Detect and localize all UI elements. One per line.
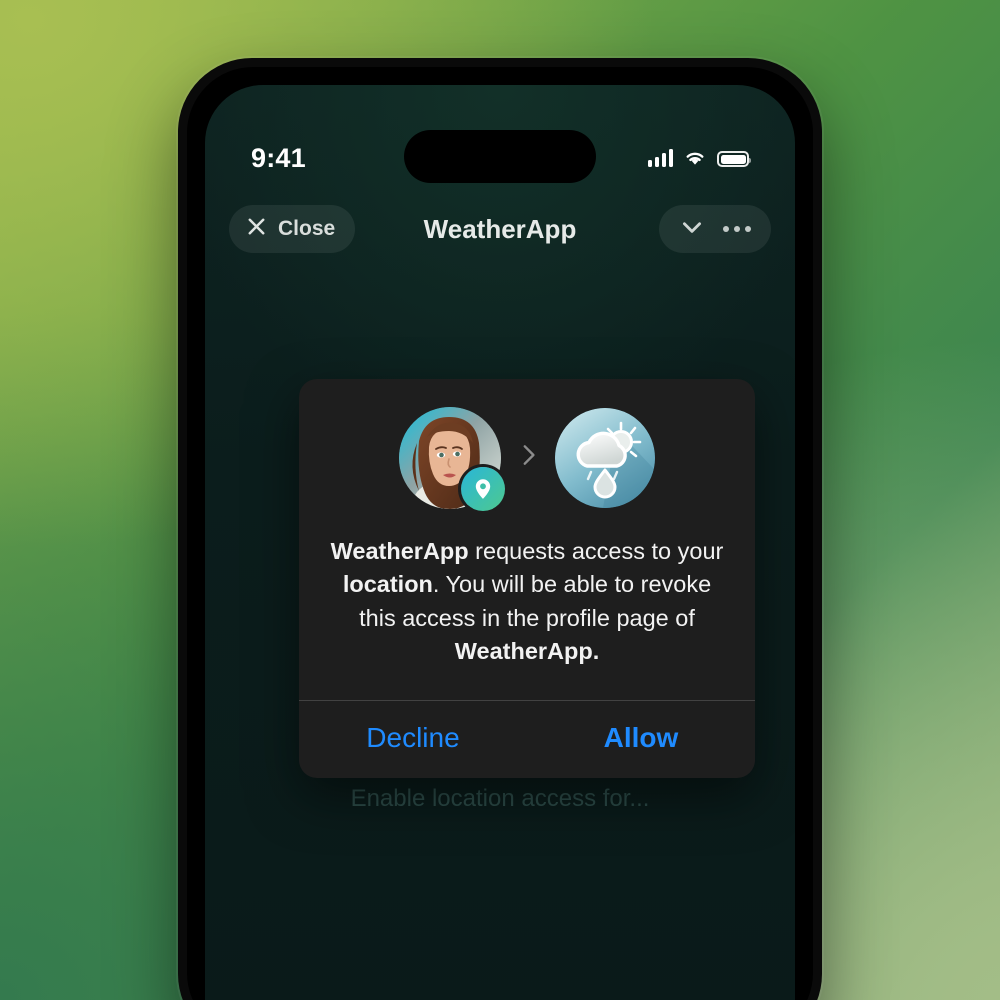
permission-dialog: WeatherApp requests access to your locat… [299, 379, 755, 779]
nav-right-controls [659, 205, 771, 253]
chevron-down-icon[interactable] [679, 214, 705, 245]
allow-button[interactable]: Allow [527, 701, 755, 778]
avatar [399, 407, 505, 511]
location-pin-icon [461, 467, 505, 511]
battery-full-icon [717, 151, 751, 167]
close-x-icon [245, 215, 268, 243]
permission-dialog-body: WeatherApp requests access to your locat… [299, 379, 755, 700]
app-nav-bar: Close WeatherApp [205, 197, 795, 261]
wifi-icon [683, 149, 707, 167]
status-bar-icons [647, 149, 751, 167]
phone-bezel: 9:41 Close WeatherApp Enable location ac… [187, 67, 813, 1000]
phone-screen: 9:41 Close WeatherApp Enable location ac… [205, 85, 795, 1000]
permission-message-app-name-2: WeatherApp. [454, 638, 600, 665]
permission-message-app-name: WeatherApp [330, 538, 469, 564]
permission-dialog-icons [329, 407, 725, 511]
permission-message-text-1: requests access to your [468, 538, 724, 564]
weather-cloud-rain-sun-icon [555, 408, 655, 508]
dynamic-island [404, 130, 596, 183]
permission-message-scope: location [342, 571, 433, 598]
permission-dialog-message: WeatherApp requests access to your locat… [329, 535, 725, 696]
status-bar-clock: 9:41 [251, 142, 306, 173]
background-description-text: Enable location access for... [350, 785, 650, 812]
more-horizontal-icon[interactable] [723, 226, 751, 232]
signal-bars-icon [647, 149, 673, 167]
close-button[interactable]: Close [229, 205, 356, 253]
permission-dialog-actions: Decline Allow [299, 700, 755, 778]
phone-device-frame: 9:41 Close WeatherApp Enable location ac… [178, 58, 822, 1000]
chevron-right-icon [515, 442, 541, 474]
close-button-label: Close [278, 217, 336, 240]
decline-button[interactable]: Decline [299, 701, 527, 778]
